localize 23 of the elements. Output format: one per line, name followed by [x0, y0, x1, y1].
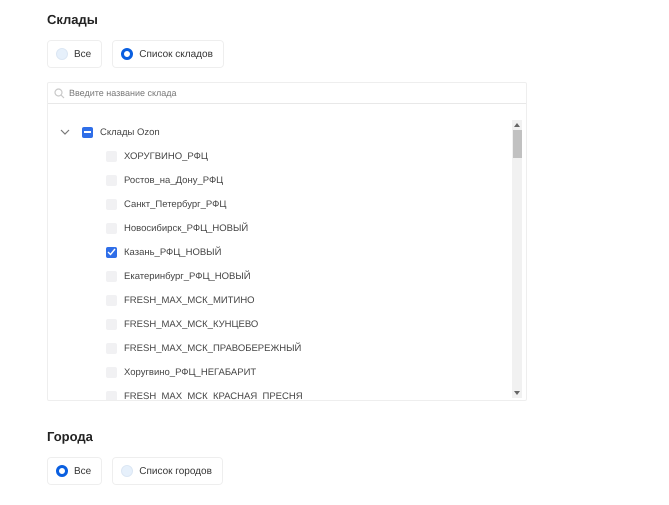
- tree-item-label: Ростов_на_Дону_РФЦ: [124, 174, 224, 186]
- tree-item-label: ХОРУГВИНО_РФЦ: [124, 150, 208, 162]
- radio-option[interactable]: Все: [47, 457, 102, 485]
- tree-item-label: FRESH_MAX_МСК_ПРАВОБЕРЕЖНЫЙ: [124, 342, 302, 354]
- radio-option[interactable]: Список городов: [112, 457, 223, 485]
- chevron-icon[interactable]: [60, 129, 70, 135]
- tree-item-label: FRESH_MAX_МСК_КУНЦЕВО: [124, 318, 258, 330]
- radio-option[interactable]: Все: [47, 40, 102, 68]
- tree-item-label: Новосибирск_РФЦ_НОВЫЙ: [124, 222, 248, 234]
- tree-item-label: Казань_РФЦ_НОВЫЙ: [124, 246, 222, 258]
- checkbox[interactable]: [106, 246, 117, 258]
- tree-item-label: Екатеринбург_РФЦ_НОВЫЙ: [124, 270, 251, 282]
- tree-item-label: Санкт_Петербург_РФЦ: [124, 198, 226, 210]
- checkbox[interactable]: [82, 126, 93, 138]
- section-title: Города: [47, 429, 94, 445]
- section-title: Склады: [47, 12, 99, 28]
- tree-item-label: Хоругвино_РФЦ_НЕГАБАРИТ: [124, 366, 256, 378]
- radio-option[interactable]: Список складов: [112, 40, 224, 68]
- tree-item-label: FRESH_MAX_МСК_МИТИНО: [124, 294, 255, 306]
- scrollbar[interactable]: [512, 120, 522, 398]
- tree-item-label: Склады Ozon: [100, 126, 160, 138]
- scrollbar-thumb[interactable]: [512, 130, 522, 158]
- search-icon: [54, 88, 65, 98]
